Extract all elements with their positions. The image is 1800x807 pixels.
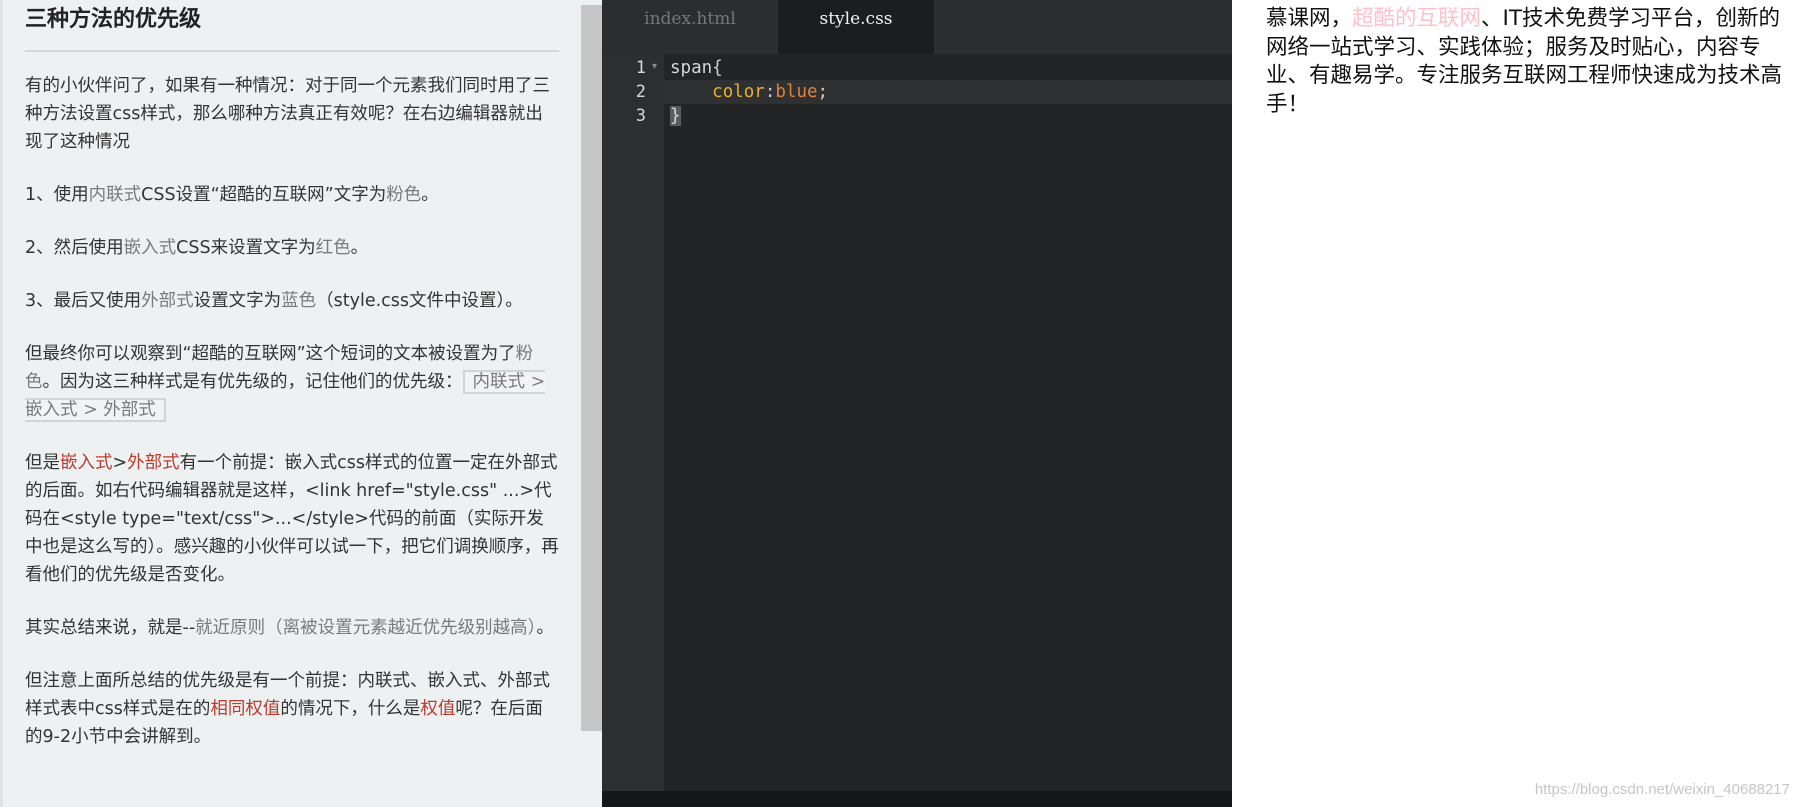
code-semicolon: ; [817, 82, 829, 102]
term-pink: 粉色 [386, 185, 422, 205]
code-colon: : [764, 82, 776, 102]
editor-horizontal-scrollbar[interactable] [602, 791, 1232, 807]
code-value: blue [775, 82, 818, 102]
term-red: 红色 [315, 238, 351, 258]
lesson-paragraph-premise: 但是嵌入式>外部式有一个前提：嵌入式css样式的位置一定在外部式的后面。如右代码… [25, 449, 559, 589]
text: 。 [350, 238, 369, 258]
code-property: color [712, 82, 765, 102]
lesson-paragraph-intro: 有的小伙伴问了，如果有一种情况：对于同一个元素我们同时用了三种方法设置css样式… [25, 76, 550, 152]
text: （style.css文件中设置）。 [316, 291, 523, 311]
lesson-step-1: 1、使用内联式CSS设置“超酷的互联网”文字为粉色。 [25, 181, 559, 209]
code-editor[interactable]: index.html style.css 1 2 3 ▾ span{ color… [602, 0, 1232, 807]
term-weight: 权值 [420, 699, 456, 719]
editor-tab-bar: index.html style.css [602, 0, 1232, 54]
preview-pink-span: 超酷的互联网 [1352, 6, 1482, 31]
text: > [112, 453, 128, 473]
tab-style-css[interactable]: style.css [778, 0, 934, 54]
text: 。 [421, 185, 439, 205]
code-line-3[interactable]: } [670, 104, 681, 128]
code-selector: span [670, 58, 713, 78]
line-number-gutter: 1 2 3 [602, 54, 664, 791]
lesson-step-3: 3、最后又使用外部式设置文字为蓝色（style.css文件中设置）。 [25, 287, 559, 315]
term-blue: 蓝色 [281, 291, 317, 311]
watermark: https://blog.csdn.net/weixin_40688217 [1534, 781, 1790, 798]
text: 3、最后又使用 [25, 291, 142, 311]
text: 但是 [25, 453, 60, 473]
term-external-red: 外部式 [127, 453, 180, 473]
fold-arrow-icon[interactable]: ▾ [652, 61, 657, 73]
line-number: 2 [635, 82, 646, 102]
term-same-weight: 相同权值 [210, 699, 281, 719]
text: 。因为这三种样式是有优先级的，记住他们的优先级： [42, 372, 463, 392]
text: 的情况下，什么是 [280, 699, 421, 719]
lesson-title: 三种方法的优先级 [25, 7, 559, 52]
lesson-step-2: 2、然后使用嵌入式CSS来设置文字为红色。 [25, 234, 559, 262]
text: 2、然后使用 [25, 238, 124, 258]
text: 1、使用 [25, 185, 89, 205]
code-line-1[interactable]: span{ [670, 56, 723, 80]
preview-paragraph: 慕课网，超酷的互联网、IT技术免费学习平台，创新的网络一站式学习、实践体验；服务… [1266, 5, 1794, 119]
term-embedded-red: 嵌入式 [60, 453, 113, 473]
text: 慕课网， [1266, 6, 1353, 31]
lesson-scrollbar[interactable] [581, 5, 602, 731]
text: 设置文字为 [193, 291, 282, 311]
term-inline: 内联式 [88, 185, 142, 205]
text: 其实总结来说，就是-- [25, 618, 196, 638]
term-embedded: 嵌入式 [123, 238, 177, 258]
lesson-content: 三种方法的优先级 有的小伙伴问了，如果有一种情况：对于同一个元素我们同时用了三种… [25, 0, 559, 776]
code-line-2[interactable]: color:blue; [670, 80, 828, 104]
lesson-panel: 三种方法的优先级 有的小伙伴问了，如果有一种情况：对于同一个元素我们同时用了三种… [0, 0, 602, 807]
lesson-paragraph-summary: 其实总结来说，就是--就近原则（离被设置元素越近优先级别越高）。 [25, 614, 559, 642]
term-external: 外部式 [141, 291, 194, 311]
text: 。 [536, 618, 554, 638]
line-number: 3 [635, 106, 646, 126]
lesson-paragraph-priority: 但最终你可以观察到“超酷的互联网”这个短词的文本被设置为了粉色。因为这三种样式是… [25, 340, 559, 424]
text: CSS来设置文字为 [176, 238, 316, 258]
lesson-paragraph-weight: 但注意上面所总结的优先级是有一个前提：内联式、嵌入式、外部式样式表中css样式是… [25, 667, 559, 751]
tab-index-html[interactable]: index.html [602, 0, 778, 54]
code-brace: { [712, 58, 723, 78]
preview-pane: 慕课网，超酷的互联网、IT技术免费学习平台，创新的网络一站式学习、实践体验；服务… [1232, 0, 1800, 807]
line-number: 1 [635, 58, 646, 78]
text: 但最终你可以观察到“超酷的互联网”这个短词的文本被设置为了 [25, 344, 516, 364]
code-brace-cursor: } [670, 106, 681, 126]
text: CSS设置“超酷的互联网”文字为 [141, 185, 387, 205]
term-proximity-rule: 就近原则（离被设置元素越近优先级别越高） [195, 618, 537, 638]
